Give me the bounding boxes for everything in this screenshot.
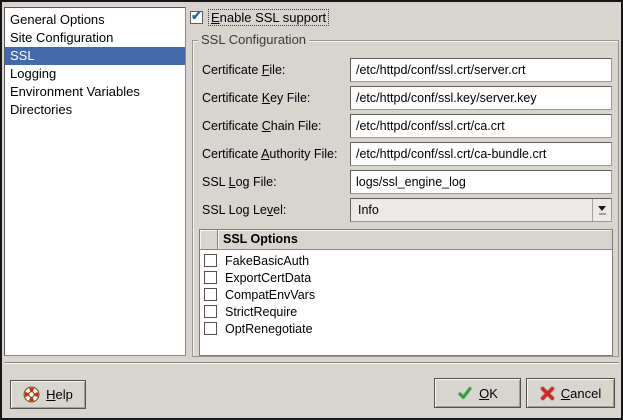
fakebasicauth-checkbox[interactable]	[204, 254, 217, 267]
certificate-file-label: Certificate File:	[202, 63, 285, 77]
certificate-file-row: Certificate File:	[202, 58, 612, 82]
cancel-x-icon	[540, 386, 555, 401]
strictrequire-checkbox[interactable]	[204, 305, 217, 318]
ok-button-label: OK	[479, 386, 498, 401]
certificate-file-input[interactable]	[350, 58, 612, 82]
certificate-key-file-input[interactable]	[350, 86, 612, 110]
strictrequire-label: StrictRequire	[225, 305, 297, 319]
sidebar-item-directories[interactable]: Directories	[5, 101, 185, 119]
option-row-exportcertdata[interactable]: ExportCertData	[200, 269, 612, 286]
ssl-log-level-label: SSL Log Level:	[202, 203, 286, 217]
ssl-log-level-value: Info	[351, 203, 592, 217]
option-row-compatenvvars[interactable]: CompatEnvVars	[200, 286, 612, 303]
help-button-label: Help	[46, 387, 73, 402]
certificate-chain-file-row: Certificate Chain File:	[202, 114, 612, 138]
ssl-options-table: SSL Options FakeBasicAuth ExportCertData…	[199, 229, 613, 356]
option-row-optrenegotiate[interactable]: OptRenegotiate	[200, 320, 612, 337]
check-icon: ✔	[191, 9, 202, 22]
certificate-authority-file-input[interactable]	[350, 142, 612, 166]
ssl-log-level-combo[interactable]: Info	[350, 198, 612, 222]
exportcertdata-checkbox[interactable]	[204, 271, 217, 284]
compatenvvars-checkbox[interactable]	[204, 288, 217, 301]
bottom-separator	[4, 362, 619, 364]
sidebar-list: General Options Site Configuration SSL L…	[4, 7, 186, 356]
compatenvvars-label: CompatEnvVars	[225, 288, 315, 302]
optrenegotiate-label: OptRenegotiate	[225, 322, 313, 336]
option-row-fakebasicauth[interactable]: FakeBasicAuth	[200, 252, 612, 269]
exportcertdata-label: ExportCertData	[225, 271, 311, 285]
ok-check-icon	[457, 385, 473, 401]
option-row-strictrequire[interactable]: StrictRequire	[200, 303, 612, 320]
sidebar-item-environment-variables[interactable]: Environment Variables	[5, 83, 185, 101]
options-checkbox-column-header[interactable]	[200, 230, 218, 250]
help-lifebuoy-icon	[23, 386, 40, 403]
fakebasicauth-label: FakeBasicAuth	[225, 254, 309, 268]
frame-title: SSL Configuration	[198, 32, 309, 48]
optrenegotiate-checkbox[interactable]	[204, 322, 217, 335]
sidebar-item-ssl[interactable]: SSL	[5, 47, 185, 65]
certificate-authority-file-label: Certificate Authority File:	[202, 147, 338, 161]
certificate-chain-file-label: Certificate Chain File:	[202, 119, 322, 133]
certificate-key-file-label: Certificate Key File:	[202, 91, 310, 105]
certificate-authority-file-row: Certificate Authority File:	[202, 142, 612, 166]
dropdown-dash-icon	[599, 213, 606, 215]
cancel-button-label: Cancel	[561, 386, 601, 401]
ssl-log-file-row: SSL Log File:	[202, 170, 612, 194]
ssl-options-table-body: FakeBasicAuth ExportCertData CompatEnvVa…	[200, 250, 612, 337]
ssl-log-file-label: SSL Log File:	[202, 175, 277, 189]
ssl-configuration-frame: SSL Configuration Certificate File: Cert…	[192, 40, 619, 357]
enable-ssl-row[interactable]: ✔ Enable SSL support	[190, 9, 329, 26]
ssl-log-file-input[interactable]	[350, 170, 612, 194]
ssl-settings-dialog: General Options Site Configuration SSL L…	[0, 0, 623, 420]
enable-ssl-checkbox[interactable]: ✔	[190, 11, 203, 24]
chevron-down-icon	[598, 206, 606, 211]
enable-ssl-label[interactable]: Enable SSL support	[208, 9, 329, 26]
sidebar-item-logging[interactable]: Logging	[5, 65, 185, 83]
cancel-button[interactable]: Cancel	[526, 378, 615, 408]
combo-dropdown-button[interactable]	[592, 199, 611, 221]
ssl-options-table-header: SSL Options	[200, 230, 612, 250]
certificate-key-file-row: Certificate Key File:	[202, 86, 612, 110]
sidebar-item-site-configuration[interactable]: Site Configuration	[5, 29, 185, 47]
help-button[interactable]: Help	[10, 380, 86, 409]
ok-button[interactable]: OK	[434, 378, 521, 408]
options-column-header[interactable]: SSL Options	[218, 230, 612, 250]
sidebar-item-general-options[interactable]: General Options	[5, 11, 185, 29]
certificate-chain-file-input[interactable]	[350, 114, 612, 138]
ssl-log-level-row: SSL Log Level: Info	[202, 198, 612, 222]
